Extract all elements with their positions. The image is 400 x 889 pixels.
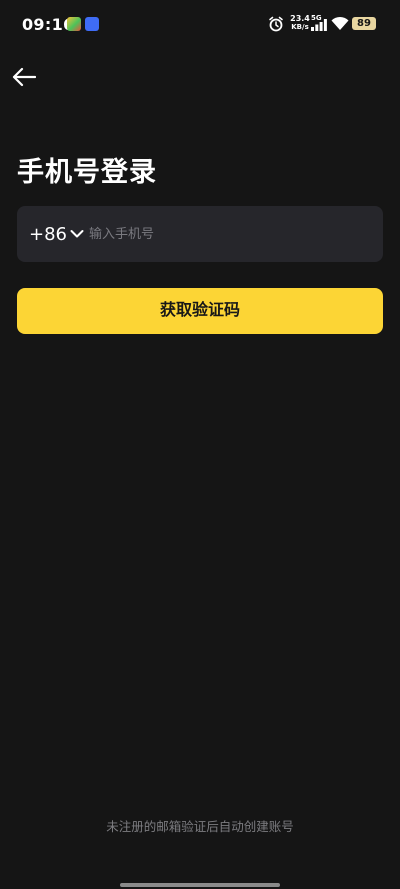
net-speed-unit: KB/s [291, 23, 309, 31]
net-speed-value: 23.4 [290, 14, 310, 23]
country-code-selector[interactable]: +86 [29, 206, 84, 262]
net-speed: 23.4 KB/s [288, 14, 312, 32]
back-arrow-icon [12, 67, 36, 87]
get-verification-code-button[interactable]: 获取验证码 [17, 288, 383, 334]
back-button[interactable] [8, 62, 40, 92]
country-code: +86 [29, 223, 67, 245]
phone-number-input[interactable] [89, 206, 369, 262]
phone-login-screen: 09:16 23.4 KB/s 5G 89 手机号登录 +86 输入手机号 获取… [0, 0, 400, 889]
phone-field: +86 [17, 206, 383, 262]
notification-app-icon-2 [85, 17, 99, 31]
footer-note: 未注册的邮箱验证后自动创建账号 [106, 819, 294, 834]
chevron-down-icon [70, 230, 84, 238]
wifi-icon [331, 16, 349, 30]
signal-icon [311, 19, 327, 31]
alarm-icon [269, 16, 283, 32]
battery-indicator: 89 [352, 17, 376, 30]
notification-app-icon [67, 17, 81, 31]
home-indicator[interactable] [120, 883, 280, 887]
status-bar: 09:16 23.4 KB/s 5G 89 [0, 0, 400, 48]
page-title: 手机号登录 [17, 157, 157, 188]
